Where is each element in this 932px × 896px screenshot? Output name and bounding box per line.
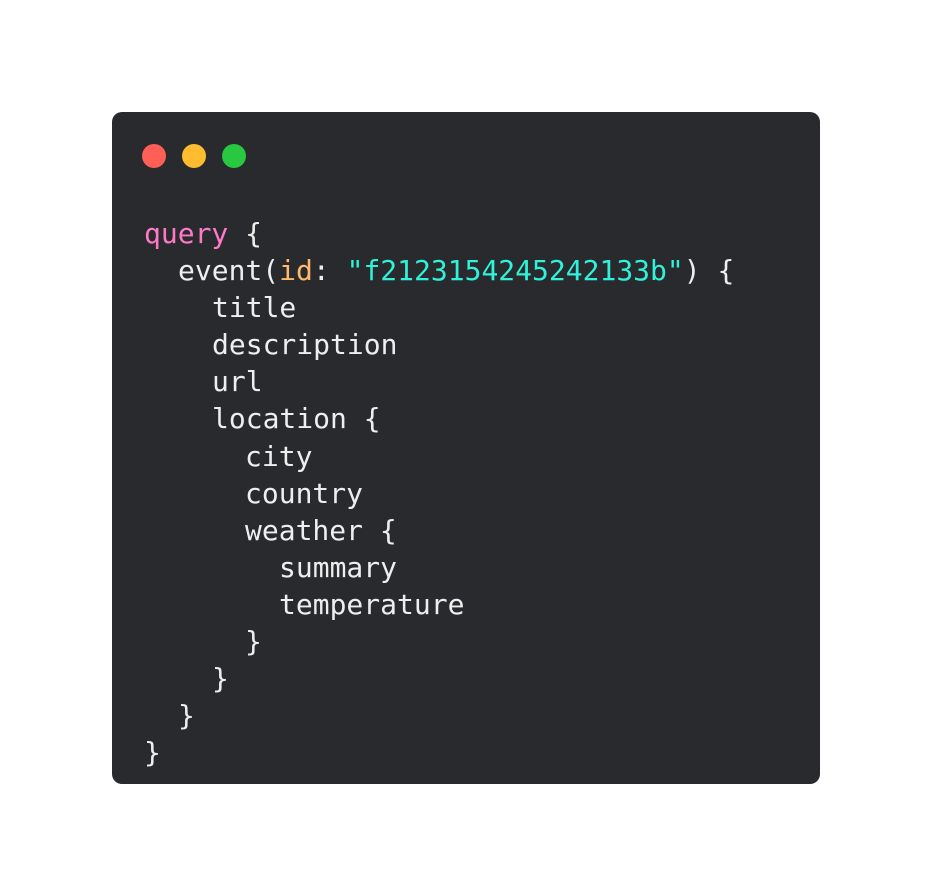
- arg-colon: :: [312, 254, 347, 288]
- brace-close-event: }: [178, 699, 195, 733]
- field-city: city: [245, 439, 313, 473]
- field-url: url: [212, 365, 263, 399]
- code-window: query {event(id: "f2123154245242133b") {…: [112, 112, 820, 784]
- code-line-country: country: [144, 475, 734, 512]
- brace-close-weather: }: [245, 625, 262, 659]
- code-line-query-close: }: [144, 734, 734, 771]
- field-weather: weather {: [245, 513, 397, 547]
- code-line-title: title: [144, 289, 734, 326]
- keyword-query: query: [144, 217, 229, 250]
- field-title: title: [212, 291, 297, 325]
- close-dot-icon[interactable]: [142, 144, 166, 168]
- brace-close-location: }: [212, 662, 229, 696]
- code-line-url: url: [144, 363, 734, 400]
- arg-name: id: [279, 254, 313, 288]
- code-line-temperature: temperature: [144, 586, 734, 623]
- code-line-location-close: }: [144, 660, 734, 697]
- code-line-summary: summary: [144, 549, 734, 586]
- field-event: event(: [178, 254, 280, 288]
- maximize-dot-icon[interactable]: [222, 144, 246, 168]
- field-location: location {: [212, 402, 381, 436]
- code-line-description: description: [144, 326, 734, 363]
- code-line-weather: weather {: [144, 512, 734, 549]
- code-line-event-close: }: [144, 697, 734, 734]
- code-line-event: event(id: "f2123154245242133b") {: [144, 252, 734, 289]
- event-close: ) {: [683, 254, 735, 288]
- field-summary: summary: [279, 550, 398, 584]
- code-line-weather-close: }: [144, 623, 734, 660]
- minimize-dot-icon[interactable]: [182, 144, 206, 168]
- field-description: description: [212, 328, 398, 362]
- brace-close-query: }: [144, 736, 161, 770]
- field-country: country: [245, 476, 364, 510]
- arg-value: "f2123154245242133b": [346, 254, 684, 288]
- code-line-location: location {: [144, 400, 734, 437]
- code-line-city: city: [144, 438, 734, 475]
- brace-open: {: [245, 217, 263, 250]
- field-temperature: temperature: [279, 587, 465, 621]
- code-line-query: query {: [144, 215, 734, 252]
- window-controls: [142, 144, 246, 168]
- code-block: query {event(id: "f2123154245242133b") {…: [144, 215, 734, 771]
